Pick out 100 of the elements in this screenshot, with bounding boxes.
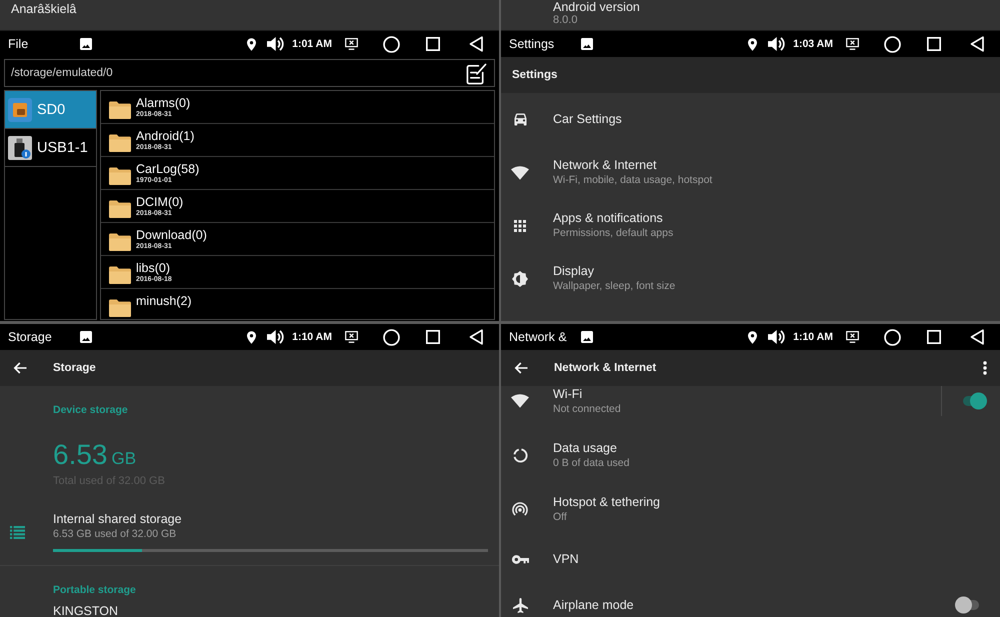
list-item-summary: 8.0.0 [553,14,578,27]
folder-icon [109,299,131,317]
storage-volume-title[interactable]: KINGSTON [53,604,118,617]
folder-name: Android(1) [136,129,194,143]
back-arrow-icon[interactable] [514,362,528,374]
airplane-icon [512,598,528,612]
app-title: Storage [8,330,52,344]
home-icon[interactable] [383,36,400,52]
app-title: Network & [509,330,567,344]
storage-volume-summary: 6.53 GB used of 32.00 GB [53,527,176,541]
more-options-icon[interactable] [983,361,987,375]
drive-item[interactable]: SD0 [5,91,96,129]
monitor-icon [846,38,859,50]
volume-icon [267,329,284,345]
app-bar-title: Storage [53,362,96,374]
data-usage-icon [512,448,528,462]
setting-title[interactable]: Airplane mode [553,598,634,612]
drive-item[interactable]: USB1-1 [5,129,96,167]
wifi-icon [511,166,529,180]
location-pin-icon [748,38,758,50]
folder-icon [109,233,131,251]
recent-apps-icon[interactable] [426,37,440,51]
time-text: 1:10 AM [793,331,833,343]
folder-name: minush(2) [136,294,192,308]
sd-card-icon [8,98,32,122]
folder-row[interactable]: minush(2) [101,289,494,319]
app-bar-title: Network & Internet [554,362,656,374]
setting-title[interactable]: Network & Internet [553,158,657,173]
toggle-switch[interactable] [961,392,987,410]
time-text: 1:01 AM [292,38,332,50]
monitor-icon [345,331,358,343]
location-pin-icon [247,38,256,50]
wifi-icon [511,394,529,408]
back-icon[interactable] [469,329,483,345]
setting-summary: Wallpaper, sleep, font size [553,279,676,293]
usb-drive-icon [8,136,32,160]
section-heading: Device storage [53,404,128,416]
image-icon [80,331,92,343]
folder-name: CarLog(58) [136,162,200,176]
folder-icon [109,200,131,218]
used-storage-unit: GB [112,448,136,470]
home-icon[interactable] [383,328,400,346]
setting-summary: Permissions, default apps [553,226,674,240]
hotspot-icon [512,502,528,516]
folder-name: libs(0) [136,261,170,275]
recent-apps-icon[interactable] [927,37,941,51]
toggle-switch[interactable] [955,596,981,614]
location-pin-icon [247,330,256,344]
storage-list-icon [10,526,25,539]
setting-summary: 0 B of data used [553,456,630,470]
volume-icon [768,36,786,52]
image-icon [581,38,593,50]
setting-title[interactable]: Hotspot & tethering [553,494,660,510]
setting-title[interactable]: Display [553,264,594,279]
image-icon [80,38,92,50]
folder-icon [109,266,131,284]
list-item-title: Android version [553,0,640,14]
setting-title[interactable]: Data usage [553,440,617,456]
setting-title[interactable]: Apps & notifications [553,211,663,226]
back-icon[interactable] [469,36,483,52]
folder-name: Alarms(0) [136,96,190,110]
image-icon [581,331,593,343]
section-heading: Portable storage [53,584,136,596]
back-icon[interactable] [970,36,984,52]
app-bar-title: Settings [512,69,558,81]
folder-icon [109,167,131,185]
brightness-icon [512,270,528,286]
used-storage-value: 6.53 [53,440,108,470]
folder-icon [109,101,131,119]
recent-apps-icon[interactable] [426,330,440,344]
setting-summary: Wi-Fi, mobile, data usage, hotspot [553,173,712,187]
monitor-icon [846,331,859,343]
app-title: Settings [509,37,554,51]
list-item-title: Anarâškielâ [11,2,76,16]
key-icon [512,554,528,564]
edit-icon[interactable] [466,62,487,84]
time-text: 1:03 AM [793,38,833,50]
storage-volume-title[interactable]: Internal shared storage [53,512,182,527]
time-text: 1:10 AM [292,331,332,343]
back-icon[interactable] [970,329,984,345]
home-icon[interactable] [884,328,901,346]
path-text: /storage/emulated/0 [11,67,113,79]
setting-summary: Not connected [553,402,621,416]
monitor-icon [345,38,358,50]
setting-summary: Off [553,510,567,524]
back-arrow-icon[interactable] [13,362,27,374]
home-icon[interactable] [884,36,901,52]
volume-icon [267,36,284,52]
recent-apps-icon[interactable] [927,330,941,344]
car-icon [512,113,528,126]
setting-title[interactable]: VPN [553,552,579,566]
setting-title[interactable]: Car Settings [553,112,622,127]
location-pin-icon [748,330,758,344]
app-title: File [8,37,28,51]
folder-name: Download(0) [136,228,207,242]
folder-name: DCIM(0) [136,195,184,209]
volume-icon [768,329,786,345]
apps-grid-icon [514,220,526,232]
folder-icon [109,134,131,152]
setting-title[interactable]: Wi-Fi [553,386,582,402]
